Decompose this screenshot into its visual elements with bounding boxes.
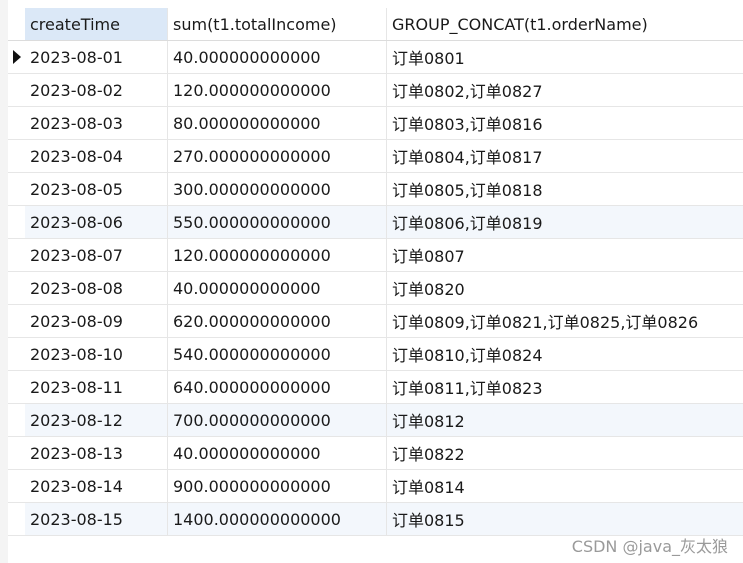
- table-row[interactable]: 2023-08-01 40.000000000000 订单0801: [8, 41, 743, 74]
- cell-createtime[interactable]: 2023-08-05: [25, 173, 168, 205]
- cell-sum-totalincome[interactable]: 540.000000000000: [168, 338, 387, 370]
- row-indicator[interactable]: [8, 173, 25, 205]
- cell-group-concat[interactable]: 订单0803,订单0816: [387, 107, 743, 139]
- cell-createtime[interactable]: 2023-08-11: [25, 371, 168, 403]
- row-indicator[interactable]: [8, 470, 25, 502]
- table-row[interactable]: 2023-08-12 700.000000000000 订单0812: [8, 404, 743, 437]
- cell-sum-totalincome[interactable]: 700.000000000000: [168, 404, 387, 436]
- cell-sum-totalincome[interactable]: 120.000000000000: [168, 74, 387, 106]
- cell-sum-totalincome[interactable]: 550.000000000000: [168, 206, 387, 238]
- cell-group-concat[interactable]: 订单0815: [387, 503, 743, 535]
- cell-sum-totalincome[interactable]: 620.000000000000: [168, 305, 387, 337]
- cell-createtime[interactable]: 2023-08-03: [25, 107, 168, 139]
- row-indicator[interactable]: [8, 437, 25, 469]
- cell-createtime[interactable]: 2023-08-01: [25, 41, 168, 73]
- table-row[interactable]: 2023-08-09 620.000000000000 订单0809,订单082…: [8, 305, 743, 338]
- row-indicator[interactable]: [8, 305, 25, 337]
- cell-group-concat[interactable]: 订单0822: [387, 437, 743, 469]
- table-row[interactable]: 2023-08-03 80.000000000000 订单0803,订单0816: [8, 107, 743, 140]
- table-row[interactable]: 2023-08-02 120.000000000000 订单0802,订单082…: [8, 74, 743, 107]
- cell-sum-totalincome[interactable]: 120.000000000000: [168, 239, 387, 271]
- row-indicator[interactable]: [8, 74, 25, 106]
- cell-sum-totalincome[interactable]: 900.000000000000: [168, 470, 387, 502]
- cell-group-concat[interactable]: 订单0805,订单0818: [387, 173, 743, 205]
- row-indicator[interactable]: [8, 371, 25, 403]
- row-indicator[interactable]: [8, 503, 25, 535]
- cell-createtime[interactable]: 2023-08-02: [25, 74, 168, 106]
- cell-createtime[interactable]: 2023-08-07: [25, 239, 168, 271]
- cell-sum-totalincome[interactable]: 300.000000000000: [168, 173, 387, 205]
- table-row[interactable]: 2023-08-11 640.000000000000 订单0811,订单082…: [8, 371, 743, 404]
- cell-createtime[interactable]: 2023-08-08: [25, 272, 168, 304]
- table-row[interactable]: 2023-08-04 270.000000000000 订单0804,订单081…: [8, 140, 743, 173]
- cell-sum-totalincome[interactable]: 640.000000000000: [168, 371, 387, 403]
- table-row[interactable]: 2023-08-13 40.000000000000 订单0822: [8, 437, 743, 470]
- column-header-createtime[interactable]: createTime: [25, 8, 168, 40]
- cell-sum-totalincome[interactable]: 40.000000000000: [168, 272, 387, 304]
- row-indicator[interactable]: [8, 338, 25, 370]
- cell-group-concat[interactable]: 订单0810,订单0824: [387, 338, 743, 370]
- row-indicator[interactable]: [8, 140, 25, 172]
- cell-group-concat[interactable]: 订单0814: [387, 470, 743, 502]
- table-row[interactable]: 2023-08-06 550.000000000000 订单0806,订单081…: [8, 206, 743, 239]
- cell-createtime[interactable]: 2023-08-10: [25, 338, 168, 370]
- cell-group-concat[interactable]: 订单0811,订单0823: [387, 371, 743, 403]
- watermark-text: CSDN @java_灰太狼: [571, 537, 728, 556]
- cell-group-concat[interactable]: 订单0801: [387, 41, 743, 73]
- cell-group-concat[interactable]: 订单0802,订单0827: [387, 74, 743, 106]
- result-grid[interactable]: createTime sum(t1.totalIncome) GROUP_CON…: [8, 8, 743, 536]
- grid-left-margin: [0, 0, 8, 563]
- query-result-page: createTime sum(t1.totalIncome) GROUP_CON…: [0, 0, 743, 563]
- cell-group-concat[interactable]: 订单0804,订单0817: [387, 140, 743, 172]
- cell-createtime[interactable]: 2023-08-12: [25, 404, 168, 436]
- cell-createtime[interactable]: 2023-08-09: [25, 305, 168, 337]
- row-indicator[interactable]: [8, 272, 25, 304]
- column-header-sum-totalincome[interactable]: sum(t1.totalIncome): [168, 8, 387, 40]
- table-row[interactable]: 2023-08-15 1400.000000000000 订单0815: [8, 503, 743, 536]
- cell-sum-totalincome[interactable]: 40.000000000000: [168, 437, 387, 469]
- grid-header-row: createTime sum(t1.totalIncome) GROUP_CON…: [8, 8, 743, 41]
- table-row[interactable]: 2023-08-08 40.000000000000 订单0820: [8, 272, 743, 305]
- cell-group-concat[interactable]: 订单0806,订单0819: [387, 206, 743, 238]
- cell-group-concat[interactable]: 订单0812: [387, 404, 743, 436]
- row-indicator[interactable]: [8, 41, 25, 73]
- cell-createtime[interactable]: 2023-08-13: [25, 437, 168, 469]
- cell-createtime[interactable]: 2023-08-06: [25, 206, 168, 238]
- cell-group-concat[interactable]: 订单0820: [387, 272, 743, 304]
- table-row[interactable]: 2023-08-10 540.000000000000 订单0810,订单082…: [8, 338, 743, 371]
- row-indicator[interactable]: [8, 107, 25, 139]
- cell-createtime[interactable]: 2023-08-14: [25, 470, 168, 502]
- cell-group-concat[interactable]: 订单0807: [387, 239, 743, 271]
- column-header-group-concat-ordername[interactable]: GROUP_CONCAT(t1.orderName): [387, 8, 743, 40]
- table-row[interactable]: 2023-08-07 120.000000000000 订单0807: [8, 239, 743, 272]
- cell-sum-totalincome[interactable]: 40.000000000000: [168, 41, 387, 73]
- cell-sum-totalincome[interactable]: 80.000000000000: [168, 107, 387, 139]
- table-row[interactable]: 2023-08-14 900.000000000000 订单0814: [8, 470, 743, 503]
- row-indicator[interactable]: [8, 206, 25, 238]
- cell-createtime[interactable]: 2023-08-04: [25, 140, 168, 172]
- row-indicator[interactable]: [8, 404, 25, 436]
- current-row-arrow-icon: [12, 50, 21, 64]
- cell-createtime[interactable]: 2023-08-15: [25, 503, 168, 535]
- table-row[interactable]: 2023-08-05 300.000000000000 订单0805,订单081…: [8, 173, 743, 206]
- cell-group-concat[interactable]: 订单0809,订单0821,订单0825,订单0826: [387, 305, 743, 337]
- header-indicator-cell: [8, 8, 25, 40]
- cell-sum-totalincome[interactable]: 270.000000000000: [168, 140, 387, 172]
- cell-sum-totalincome[interactable]: 1400.000000000000: [168, 503, 387, 535]
- row-indicator[interactable]: [8, 239, 25, 271]
